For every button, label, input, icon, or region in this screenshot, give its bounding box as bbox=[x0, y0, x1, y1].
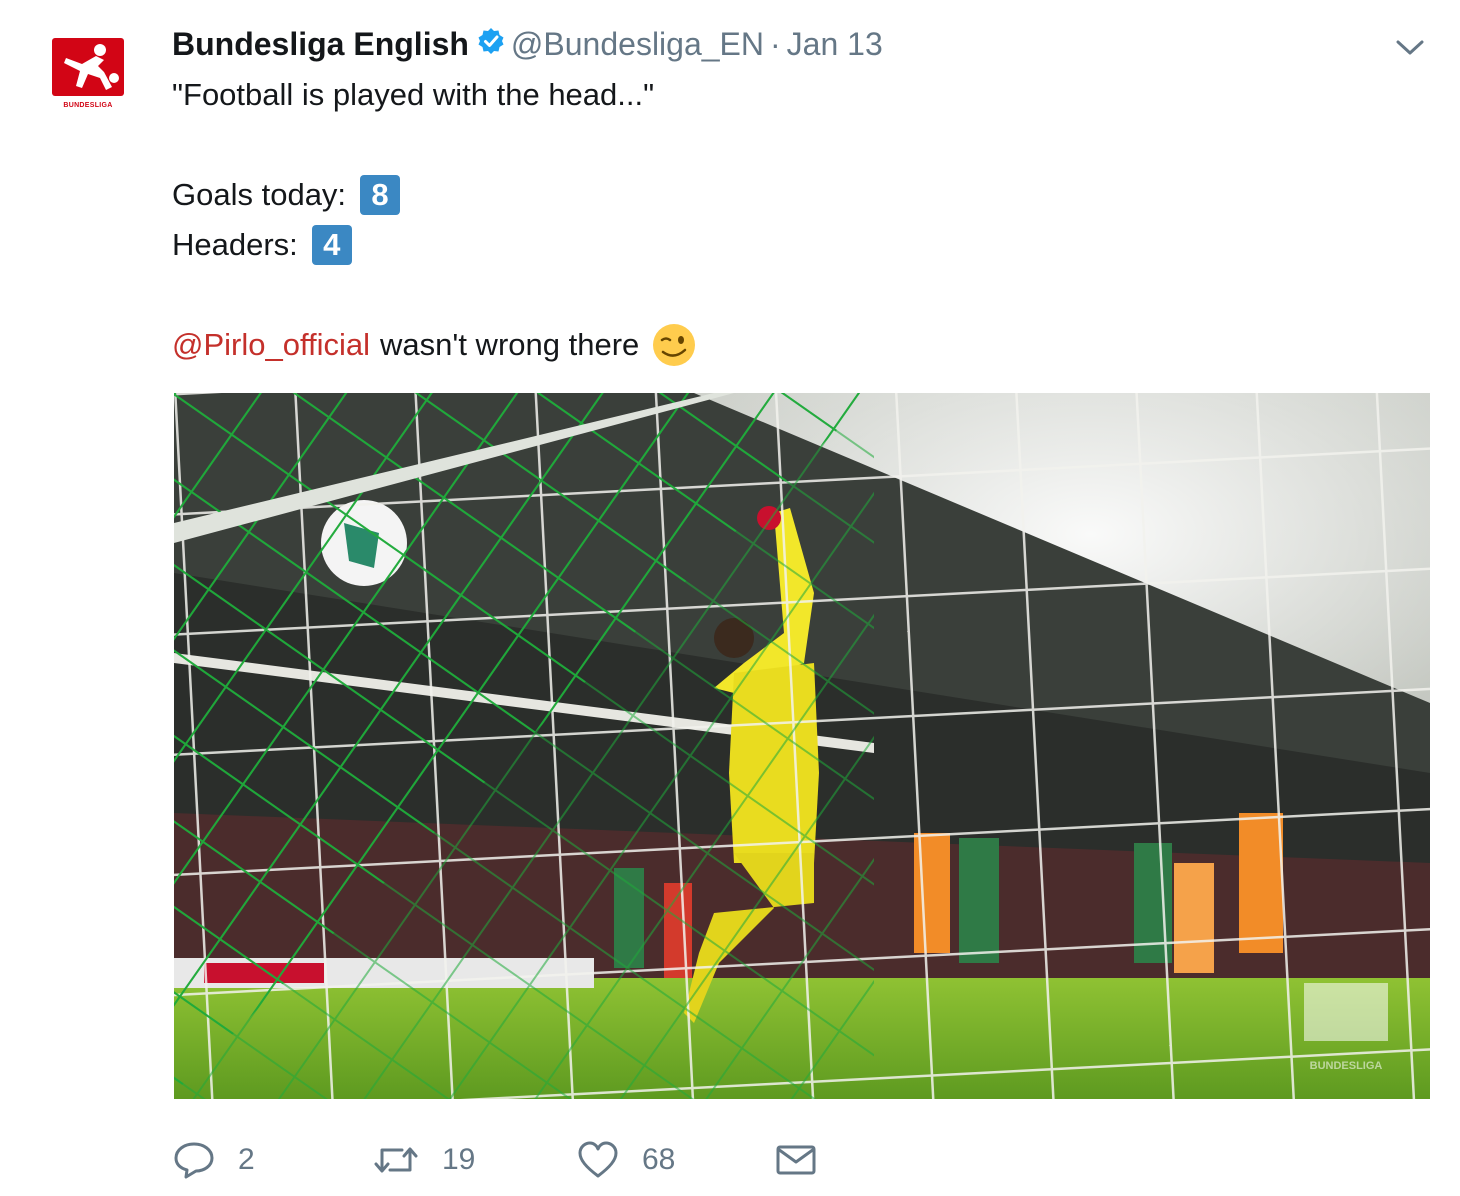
headers-keycap: 4 bbox=[311, 225, 352, 265]
reply-icon bbox=[172, 1140, 216, 1180]
tweet-line-quote: "Football is played with the head..." bbox=[172, 77, 655, 112]
bundesliga-logo-icon bbox=[52, 38, 124, 96]
goals-keycap: 8 bbox=[360, 175, 401, 215]
goalkeeper-photo: BUNDESLIGA bbox=[174, 393, 1430, 1099]
mention-link[interactable]: @Pirlo_official bbox=[172, 320, 370, 370]
tweet-line-headers: Headers: 4 bbox=[172, 220, 1412, 270]
retweet-count: 19 bbox=[442, 1143, 476, 1176]
winking-face-icon bbox=[651, 322, 697, 368]
goals-label: Goals today: bbox=[172, 177, 347, 212]
retweet-button[interactable]: 19 bbox=[372, 1130, 475, 1190]
tweet-tail-text: wasn't wrong there bbox=[380, 327, 640, 362]
like-count: 68 bbox=[642, 1143, 676, 1176]
direct-message-button[interactable] bbox=[774, 1130, 818, 1190]
chevron-down-icon[interactable] bbox=[1390, 30, 1430, 64]
like-button[interactable]: 68 bbox=[576, 1130, 675, 1190]
verified-badge-icon bbox=[477, 26, 505, 54]
account-name[interactable]: Bundesliga English bbox=[172, 26, 469, 63]
retweet-icon bbox=[372, 1140, 420, 1180]
tweet-date[interactable]: Jan 13 bbox=[787, 26, 883, 63]
profile-avatar[interactable]: BUNDESLIGA bbox=[44, 38, 132, 126]
headers-label: Headers: bbox=[172, 227, 298, 262]
separator-dot: · bbox=[770, 25, 781, 62]
tweet-photo[interactable]: BUNDESLIGA bbox=[174, 393, 1430, 1099]
tweet-header: Bundesliga English @Bundesliga_EN · Jan … bbox=[172, 22, 883, 66]
reply-count: 2 bbox=[238, 1143, 255, 1176]
tweet-text: "Football is played with the head..." Go… bbox=[172, 70, 1412, 370]
reply-button[interactable]: 2 bbox=[172, 1130, 255, 1190]
logo-wordmark: BUNDESLIGA bbox=[63, 102, 113, 109]
tweet-line-mention: @Pirlo_official wasn't wrong there bbox=[172, 320, 1412, 370]
envelope-icon bbox=[774, 1140, 818, 1180]
tweet-line-goals: Goals today: 8 bbox=[172, 170, 1412, 220]
tweet-actions: 2 19 68 bbox=[172, 1130, 872, 1190]
account-handle[interactable]: @Bundesliga_EN bbox=[511, 26, 764, 63]
heart-icon bbox=[576, 1140, 620, 1180]
watermark-text: BUNDESLIGA bbox=[1310, 1060, 1383, 1072]
